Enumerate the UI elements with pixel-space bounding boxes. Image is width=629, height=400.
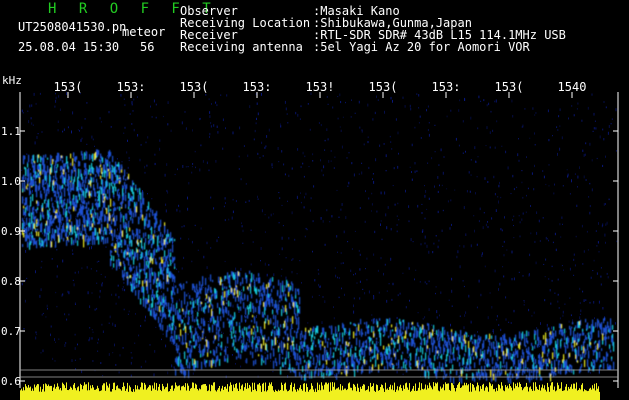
x-axis-ticks: 153( 153: 153( 153: 153! 153( 153: 153( 1540 <box>54 80 587 98</box>
x-tick-label: 153( <box>495 80 524 94</box>
y-tick-label: 1.0 <box>1 175 21 188</box>
y-tick-label: 0.8 <box>1 275 21 288</box>
x-tick-label: 153( <box>369 80 398 94</box>
x-tick-label: 153( <box>180 80 209 94</box>
x-tick-label: 153! <box>306 80 335 94</box>
y-tick-label: 1.1 <box>1 125 21 138</box>
y-tick-label: 0.6 <box>1 375 21 388</box>
x-tick-label: 153: <box>117 80 146 94</box>
y-tick-label: 0.7 <box>1 325 21 338</box>
x-tick-label: 153: <box>243 80 272 94</box>
y-axis-ticks: 1.1 1.0 0.9 0.8 0.7 0.6 <box>1 125 618 388</box>
x-tick-label: 153: <box>432 80 461 94</box>
y-tick-label: 0.9 <box>1 225 21 238</box>
x-tick-label: 1540 <box>558 80 587 94</box>
spectrogram: 153( 153: 153( 153: 153! 153( 153: 153( 1540 1.1… <box>1 80 619 400</box>
spectrogram-signal <box>22 149 615 385</box>
x-tick-label: 153( <box>54 80 83 94</box>
